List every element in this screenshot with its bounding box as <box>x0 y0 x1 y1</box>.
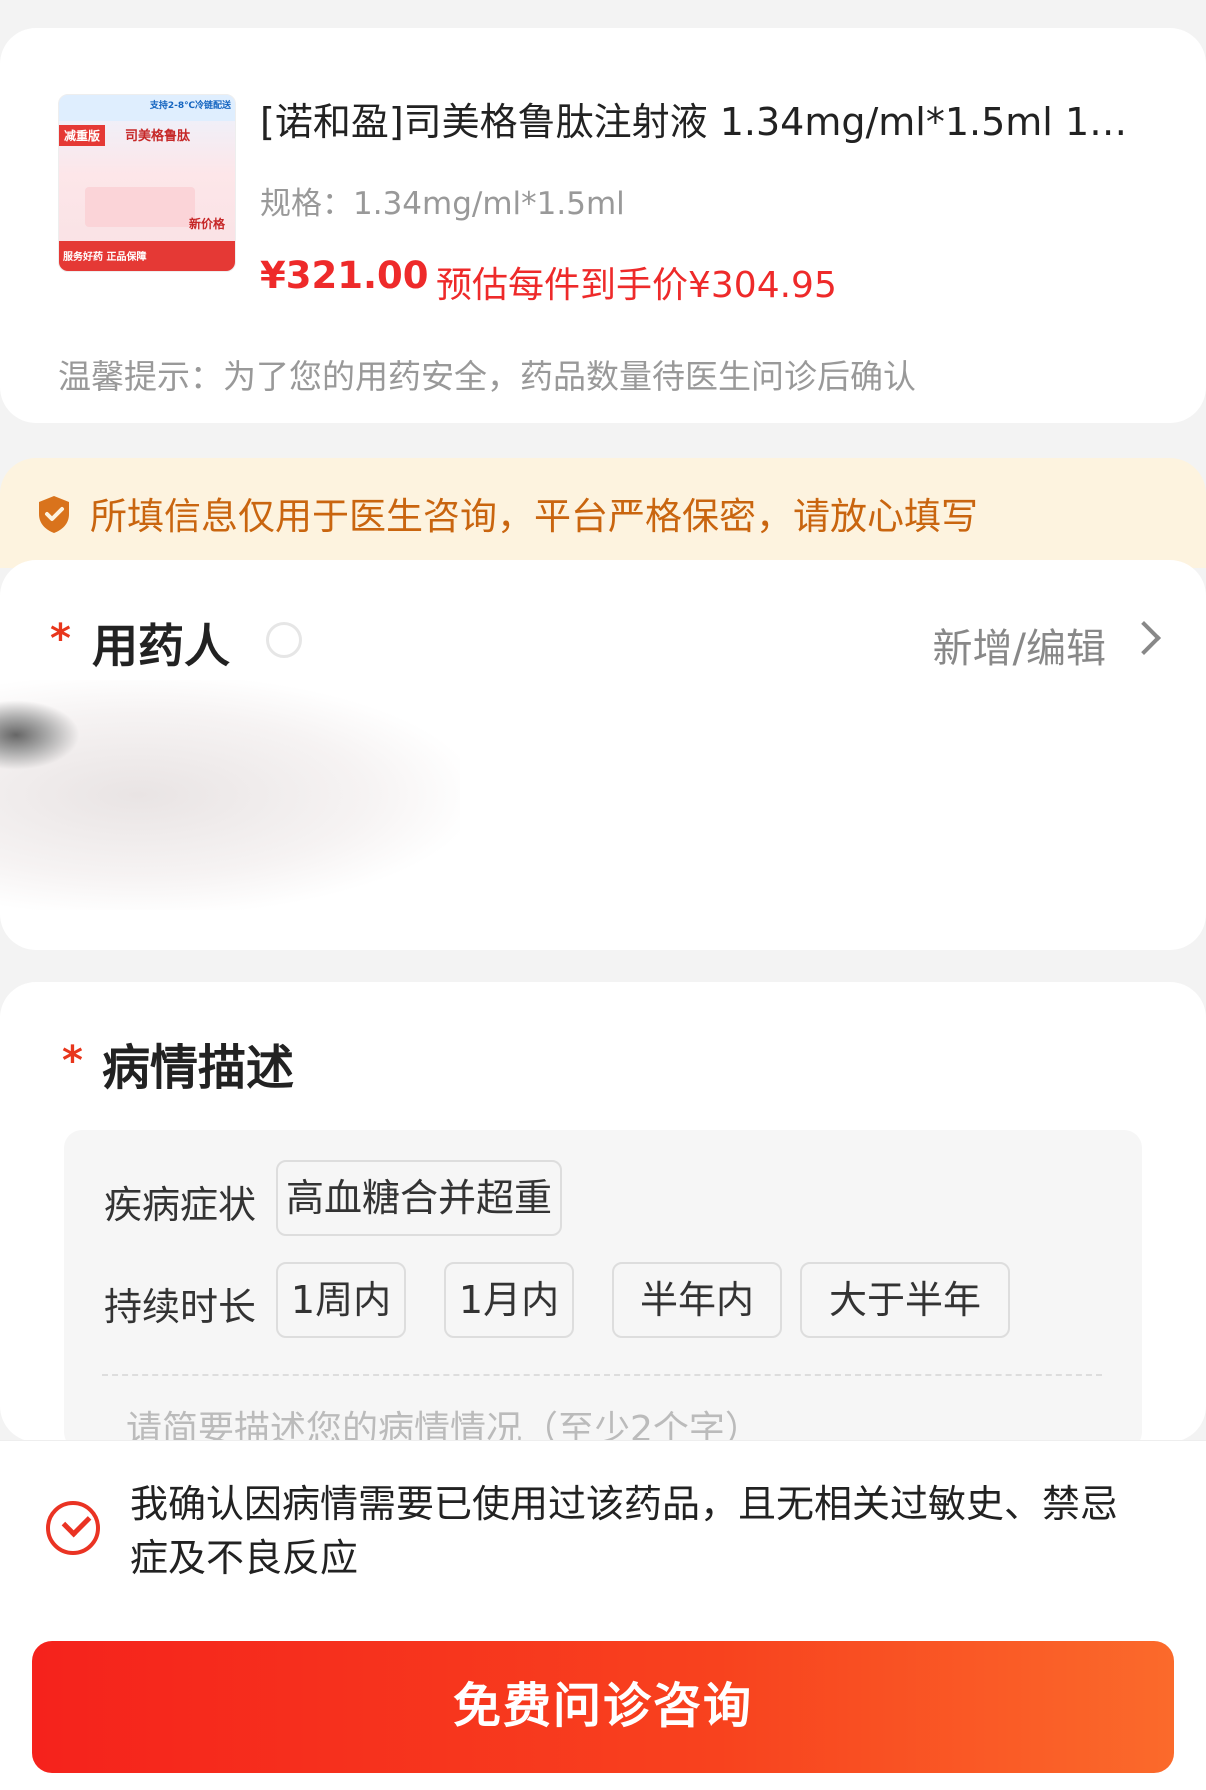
product-card[interactable]: 支持2-8℃冷链配送 减重版 司美格鲁肽 新价格 服务好药 正品保障 [诺和盈]… <box>0 28 1206 423</box>
product-price: ¥321.00 <box>260 254 429 297</box>
duration-label: 持续时长 <box>104 1285 257 1329</box>
privacy-text: 所填信息仅用于医生咨询，平台严格保密，请放心填写 <box>90 495 978 538</box>
product-spec: 规格：1.34mg/ml*1.5ml <box>260 186 625 222</box>
condition-section: * 病情描述 疾病症状 高血糖合并超重 持续时长 1周内 1月内 半年内 大于半… <box>0 982 1206 1450</box>
privacy-banner: 所填信息仅用于医生咨询，平台严格保密，请放心填写 <box>0 458 1206 568</box>
product-title[interactable]: [诺和盈]司美格鲁肽注射液 1.34mg/ml*1.5ml 1… <box>260 96 1150 148</box>
product-image[interactable]: 支持2-8℃冷链配送 减重版 司美格鲁肽 新价格 服务好药 正品保障 <box>58 94 236 272</box>
condition-label: 病情描述 <box>102 1040 295 1096</box>
bottom-action-bar: 我确认因病情需要已使用过该药品，且无相关过敏史、禁忌症及不良反应 免费问诊咨询 <box>0 1440 1206 1790</box>
divider <box>102 1374 1102 1376</box>
estimated-price: 预估每件到手价¥304.95 <box>436 265 837 306</box>
checkbox-checked-icon[interactable] <box>46 1501 100 1555</box>
duration-option-1-month[interactable]: 1月内 <box>444 1262 574 1338</box>
consultation-page: 支持2-8℃冷链配送 减重版 司美格鲁肽 新价格 服务好药 正品保障 [诺和盈]… <box>0 0 1206 1790</box>
symptom-chip[interactable]: 高血糖合并超重 <box>276 1160 562 1236</box>
duration-option-over-half-year[interactable]: 大于半年 <box>800 1262 1010 1338</box>
add-edit-patient-link[interactable]: 新增/编辑 <box>933 616 1106 674</box>
condition-form: 疾病症状 高血糖合并超重 持续时长 1周内 1月内 半年内 大于半年 请简要描述… <box>64 1130 1142 1450</box>
patient-section: * 用药人 新增/编辑 <box>0 560 1206 950</box>
free-consultation-button[interactable]: 免费问诊咨询 <box>32 1641 1174 1773</box>
patient-label: 用药人 <box>92 619 230 673</box>
duration-option-half-year[interactable]: 半年内 <box>612 1262 782 1338</box>
patient-avatar-redacted <box>0 700 80 770</box>
symptom-label: 疾病症状 <box>104 1183 257 1227</box>
shield-icon <box>39 496 69 533</box>
duration-option-1-week[interactable]: 1周内 <box>276 1262 406 1338</box>
info-icon[interactable] <box>266 622 302 658</box>
confirm-statement[interactable]: 我确认因病情需要已使用过该药品，且无相关过敏史、禁忌症及不良反应 <box>130 1477 1140 1585</box>
required-marker: * <box>50 616 71 662</box>
required-marker: * <box>62 1038 83 1084</box>
safety-tip: 温馨提示：为了您的用药安全，药品数量待医生问诊后确认 <box>58 357 916 396</box>
chevron-right-icon[interactable] <box>1127 621 1161 655</box>
